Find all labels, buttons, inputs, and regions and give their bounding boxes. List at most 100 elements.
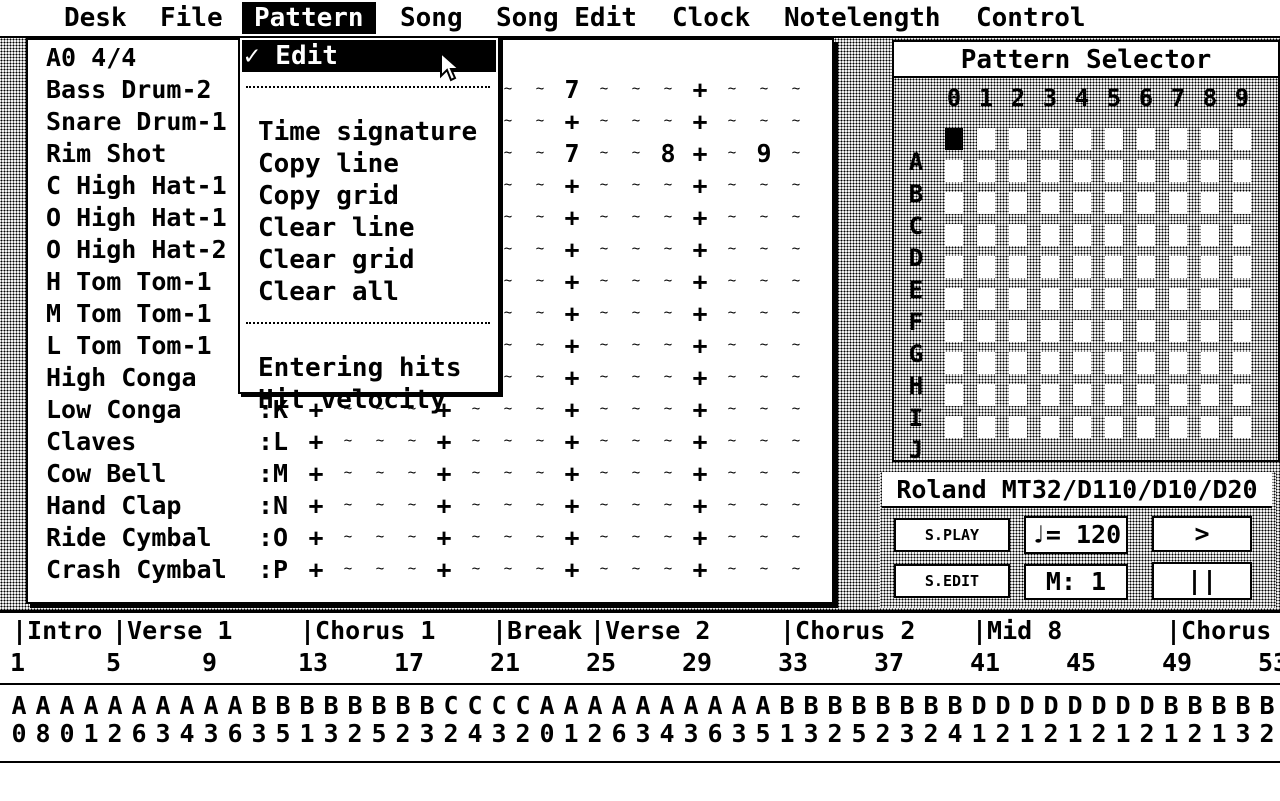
song-section-marker[interactable]: |Chorus 2 <box>780 615 915 647</box>
pattern-slot[interactable] <box>1169 224 1187 246</box>
song-pattern-letter[interactable]: A <box>151 691 175 721</box>
song-pattern-digit[interactable]: 6 <box>607 719 631 749</box>
step-cell[interactable]: + <box>684 522 716 554</box>
song-pattern-letter[interactable]: A <box>103 691 127 721</box>
step-cell[interactable]: ~ <box>588 394 620 424</box>
song-pattern-letter[interactable]: B <box>919 691 943 721</box>
step-cell[interactable]: ~ <box>716 458 748 488</box>
step-cell[interactable]: ~ <box>652 298 684 328</box>
song-section-marker[interactable]: |Mid 8 <box>972 615 1062 647</box>
step-cell[interactable]: ~ <box>780 74 812 104</box>
step-cell[interactable]: ~ <box>524 266 556 296</box>
song-pattern-letter[interactable]: A <box>607 691 631 721</box>
step-cell[interactable]: ~ <box>748 330 780 360</box>
step-cell[interactable]: ~ <box>716 490 748 520</box>
step-cell[interactable]: ~ <box>588 330 620 360</box>
menu-item-clear-grid[interactable]: Clear grid <box>240 244 498 276</box>
step-cell[interactable]: ~ <box>652 426 684 456</box>
pattern-slot[interactable] <box>1105 416 1123 438</box>
step-cell[interactable]: ~ <box>620 106 652 136</box>
song-pattern-digit[interactable]: 4 <box>463 719 487 749</box>
step-cell[interactable]: ~ <box>780 170 812 200</box>
song-pattern-letter[interactable]: B <box>415 691 439 721</box>
song-pattern-letter[interactable]: D <box>1039 691 1063 721</box>
step-cell[interactable]: ~ <box>780 234 812 264</box>
step-cell[interactable]: ~ <box>620 138 652 168</box>
song-pattern-letter[interactable]: B <box>343 691 367 721</box>
song-pattern-digit[interactable]: 2 <box>103 719 127 749</box>
step-cell[interactable]: ~ <box>588 426 620 456</box>
menu-item-hit-velocity[interactable]: Hit velocity <box>240 384 498 416</box>
step-cell[interactable]: ~ <box>620 554 652 584</box>
song-pattern-digit[interactable]: 2 <box>343 719 367 749</box>
step-cell[interactable]: ~ <box>748 106 780 136</box>
step-cell[interactable]: + <box>684 266 716 298</box>
pattern-slot[interactable] <box>1009 416 1027 438</box>
step-cell[interactable]: ~ <box>748 522 780 552</box>
song-pattern-letter[interactable]: B <box>847 691 871 721</box>
song-pattern-letter[interactable]: A <box>727 691 751 721</box>
step-cell[interactable]: + <box>556 234 588 266</box>
step-cell[interactable]: 7 <box>556 74 588 106</box>
song-pattern-letter[interactable]: A <box>703 691 727 721</box>
step-cell[interactable]: + <box>428 426 460 458</box>
step-cell[interactable]: ~ <box>492 458 524 488</box>
song-pattern-digit[interactable]: 1 <box>1015 719 1039 749</box>
song-pattern-letter[interactable]: A <box>535 691 559 721</box>
song-pattern-letter[interactable]: A <box>199 691 223 721</box>
instrument-name[interactable]: O High Hat-1 <box>46 202 227 234</box>
step-cell[interactable]: + <box>684 490 716 522</box>
step-cell[interactable]: ~ <box>780 362 812 392</box>
step-cell[interactable]: ~ <box>588 522 620 552</box>
song-pattern-digit[interactable]: 3 <box>799 719 823 749</box>
pattern-slot[interactable] <box>1169 192 1187 214</box>
pattern-slot[interactable] <box>1137 128 1155 150</box>
pattern-slot[interactable] <box>1233 352 1251 374</box>
pattern-slot[interactable] <box>1073 352 1091 374</box>
step-cell[interactable]: ~ <box>524 522 556 552</box>
pattern-slot[interactable] <box>1169 256 1187 278</box>
song-pattern-digit[interactable]: 3 <box>679 719 703 749</box>
step-cell[interactable]: ~ <box>620 74 652 104</box>
pattern-digit-row[interactable]: 0801263436351325232432012634363513252324… <box>0 719 1280 749</box>
song-timeline[interactable]: |Intro |Verse 1 |Chorus 1 |Break |Verse 2 |Ch… <box>0 610 1280 801</box>
step-cell[interactable]: ~ <box>460 458 492 488</box>
pattern-slot[interactable] <box>1137 224 1155 246</box>
song-pattern-letter[interactable]: A <box>559 691 583 721</box>
instrument-name[interactable]: Low Conga <box>46 394 181 426</box>
step-cell[interactable]: ~ <box>716 362 748 392</box>
step-cell[interactable]: 9 <box>748 138 780 170</box>
pattern-slot[interactable] <box>977 352 995 374</box>
song-pattern-digit[interactable]: 3 <box>895 719 919 749</box>
menu-item-clear-line[interactable]: Clear line <box>240 212 498 244</box>
song-pattern-digit[interactable]: 1 <box>559 719 583 749</box>
step-cell[interactable]: ~ <box>652 330 684 360</box>
song-pattern-digit[interactable]: 2 <box>1183 719 1207 749</box>
step-cell[interactable]: + <box>684 554 716 586</box>
pattern-slot[interactable] <box>945 352 963 374</box>
pattern-slot[interactable] <box>945 256 963 278</box>
step-cell[interactable]: ~ <box>524 234 556 264</box>
pattern-slot[interactable] <box>977 160 995 182</box>
step-cell[interactable]: ~ <box>780 426 812 456</box>
step-cell[interactable]: ~ <box>524 330 556 360</box>
step-cell[interactable]: + <box>556 202 588 234</box>
pattern-slot[interactable] <box>1169 320 1187 342</box>
song-pattern-digit[interactable]: 2 <box>871 719 895 749</box>
menu-pattern[interactable]: Pattern <box>242 2 376 34</box>
pattern-slot[interactable] <box>1073 288 1091 310</box>
step-cell[interactable]: 7 <box>556 138 588 170</box>
step-cell[interactable]: + <box>684 170 716 202</box>
pattern-slot[interactable] <box>1073 128 1091 150</box>
pattern-slot[interactable] <box>1009 128 1027 150</box>
song-pattern-letter[interactable]: D <box>1063 691 1087 721</box>
step-cell[interactable]: ~ <box>652 458 684 488</box>
step-cell[interactable]: ~ <box>460 426 492 456</box>
step-cell[interactable]: ~ <box>620 266 652 296</box>
pattern-slot[interactable] <box>1105 384 1123 406</box>
song-pattern-digit[interactable]: 3 <box>415 719 439 749</box>
song-pattern-letter[interactable]: A <box>631 691 655 721</box>
pattern-slot[interactable] <box>1073 224 1091 246</box>
step-cell[interactable]: + <box>684 298 716 330</box>
pattern-slot[interactable] <box>1233 224 1251 246</box>
